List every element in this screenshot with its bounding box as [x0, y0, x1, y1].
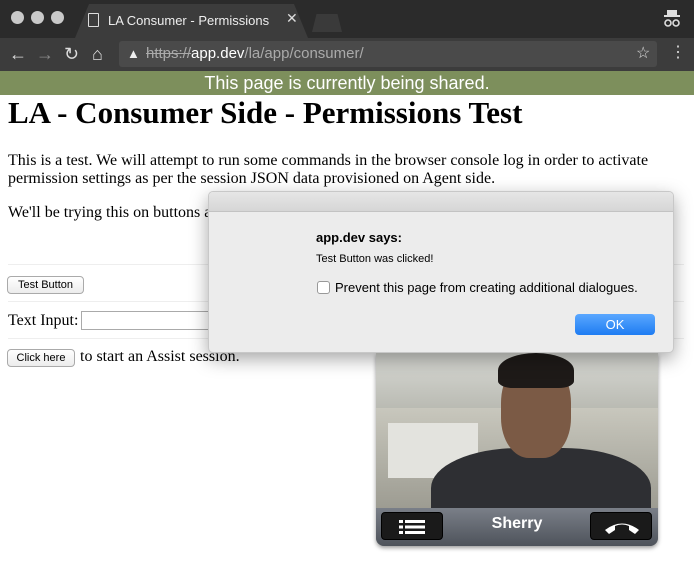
tab-title: LA Consumer - Permissions: [108, 13, 270, 28]
url-host: app.dev: [191, 45, 245, 62]
reload-icon[interactable]: ↻: [64, 44, 79, 64]
text-input-label: Text Input:: [8, 312, 79, 329]
intro-paragraph: This is a test. We will attempt to run s…: [8, 152, 649, 187]
minimize-window-button[interactable]: [31, 11, 44, 24]
dialog-title: app.dev says:: [316, 230, 402, 245]
browser-titlebar: LA Consumer - Permissions ✕: [0, 0, 694, 38]
share-banner: This page is currently being shared.: [0, 71, 694, 95]
incognito-icon: [664, 10, 680, 27]
click-here-button[interactable]: Click here: [7, 349, 75, 367]
second-paragraph: We'll be trying this on buttons a: [8, 204, 212, 221]
tab-close-icon[interactable]: ✕: [286, 10, 298, 27]
close-window-button[interactable]: [11, 11, 24, 24]
maximize-window-button[interactable]: [51, 11, 64, 24]
ok-button[interactable]: OK: [575, 314, 655, 335]
url-path: /la/app/consumer/: [244, 45, 364, 62]
page-title: LA - Consumer Side - Permissions Test: [8, 95, 523, 130]
home-icon[interactable]: ⌂: [92, 44, 103, 64]
url-text[interactable]: https://app.dev/la/app/consumer/: [146, 45, 364, 62]
page-icon: [88, 13, 99, 27]
not-secure-warning-icon[interactable]: ▲: [127, 46, 140, 61]
new-tab-button[interactable]: [312, 14, 342, 32]
back-icon[interactable]: ←: [9, 44, 27, 64]
url-scheme: https://: [146, 45, 192, 62]
video-call-widget[interactable]: Sherry: [376, 353, 658, 546]
bookmark-star-icon[interactable]: ☆: [636, 43, 650, 63]
test-button[interactable]: Test Button: [7, 276, 84, 294]
phone-hangup-icon: [605, 523, 639, 534]
dialog-message: Test Button was clicked!: [316, 253, 434, 265]
prevent-dialogs-label[interactable]: Prevent this page from creating addition…: [335, 280, 638, 295]
browser-menu-icon[interactable]: ⋮: [670, 42, 686, 62]
prevent-dialogs-checkbox[interactable]: [317, 281, 330, 294]
alert-dialog: app.dev says: Test Button was clicked! P…: [208, 191, 674, 353]
video-person-hair: [498, 353, 574, 388]
hang-up-button[interactable]: [590, 512, 652, 540]
dialog-titlebar: [209, 192, 673, 212]
forward-icon[interactable]: →: [36, 44, 54, 64]
